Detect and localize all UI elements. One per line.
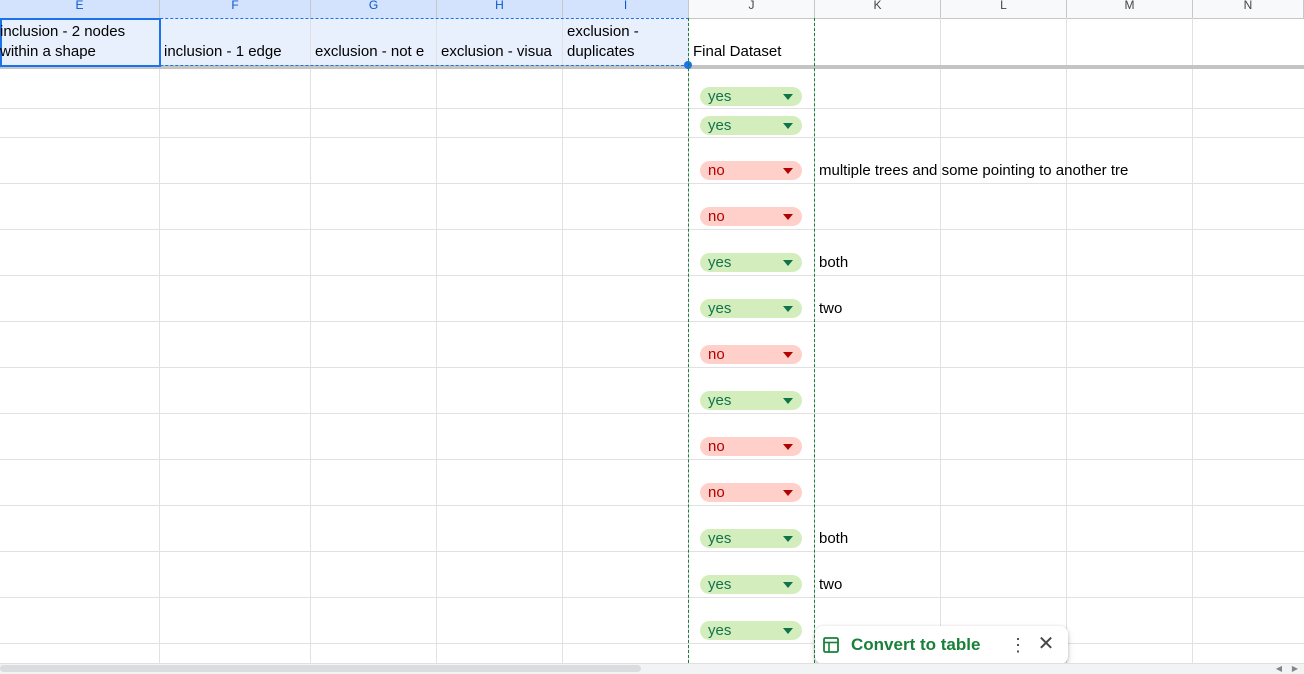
grid-line — [0, 229, 1304, 230]
dropdown-arrow-icon — [783, 260, 793, 266]
dropdown-arrow-icon — [783, 490, 793, 496]
dropdown-chip-label: yes — [708, 392, 732, 409]
grid-line — [0, 183, 1304, 184]
grid-line — [0, 137, 1304, 138]
header-cell-e-line2: within a shape — [0, 43, 96, 60]
dropdown-chip-row6[interactable]: yes — [700, 253, 802, 272]
dropdown-chip-label: yes — [708, 622, 732, 639]
column-header-l[interactable]: L — [941, 0, 1067, 18]
dropdown-arrow-icon — [783, 398, 793, 404]
dropdown-chip-label: yes — [708, 530, 732, 547]
grid-line — [0, 643, 1304, 644]
dropdown-chip-row3[interactable]: yes — [700, 116, 802, 135]
dropdown-chip-row9[interactable]: yes — [700, 391, 802, 410]
dropdown-arrow-icon — [783, 306, 793, 312]
dropdown-arrow-icon — [783, 94, 793, 100]
convert-to-table-chip: Convert to table ⋮ ✕ — [815, 626, 1068, 664]
grid-line — [0, 459, 1304, 460]
dropdown-arrow-icon — [783, 582, 793, 588]
dropdown-chip-row12[interactable]: yes — [700, 529, 802, 548]
horizontal-scrollbar-thumb[interactable] — [0, 665, 641, 672]
grid-line — [0, 367, 1304, 368]
notes-cell: multiple trees and some pointing to anot… — [819, 162, 1129, 179]
grid-line — [0, 108, 1304, 109]
dropdown-chip-label: no — [708, 484, 725, 501]
column-header-h[interactable]: H — [437, 0, 563, 18]
grid-line — [159, 18, 160, 663]
header-cell-j: Final Dataset — [693, 43, 782, 60]
dropdown-chip-row7[interactable]: yes — [700, 299, 802, 318]
grid-line — [0, 505, 1304, 506]
header-cell-i-line1: exclusion - — [567, 23, 639, 40]
convert-to-table-button[interactable]: Convert to table — [851, 635, 980, 655]
close-icon[interactable]: ✕ — [1037, 634, 1055, 654]
scroll-right-icon[interactable]: ▶ — [1289, 664, 1301, 673]
table-icon[interactable] — [823, 637, 839, 653]
notes-cell: two — [819, 300, 843, 317]
dropdown-chip-row14[interactable]: yes — [700, 621, 802, 640]
dropdown-chip-label: yes — [708, 576, 732, 593]
column-header-j[interactable]: J — [689, 0, 815, 18]
copied-column-marker — [688, 18, 815, 663]
header-cell-e-line1: inclusion - 2 nodes — [0, 23, 126, 40]
grid-line — [310, 18, 311, 663]
header-cell-i-line2: duplicates — [567, 43, 635, 60]
dropdown-chip-row13[interactable]: yes — [700, 575, 802, 594]
dropdown-arrow-icon — [783, 628, 793, 634]
dropdown-chip-label: yes — [708, 117, 732, 134]
column-header-e[interactable]: E — [0, 0, 160, 18]
column-header-f[interactable]: F — [160, 0, 311, 18]
dropdown-arrow-icon — [783, 214, 793, 220]
dropdown-chip-label: no — [708, 438, 725, 455]
dropdown-chip-row10[interactable]: no — [700, 437, 802, 456]
header-cell-g: exclusion - not e — [315, 43, 425, 60]
dropdown-arrow-icon — [783, 123, 793, 129]
dropdown-chip-row5[interactable]: no — [700, 207, 802, 226]
dropdown-chip-row4[interactable]: no — [700, 161, 802, 180]
dropdown-chip-label: no — [708, 162, 725, 179]
grid-line — [1192, 18, 1193, 663]
grid-line — [1066, 18, 1067, 663]
column-header-i[interactable]: I — [563, 0, 689, 18]
dropdown-chip-label: no — [708, 208, 725, 225]
dropdown-arrow-icon — [783, 168, 793, 174]
dropdown-chip-label: yes — [708, 88, 732, 105]
dropdown-arrow-icon — [783, 444, 793, 450]
scroll-left-icon[interactable]: ◀ — [1273, 664, 1285, 673]
column-header-n[interactable]: N — [1193, 0, 1304, 18]
grid-line — [436, 18, 437, 663]
header-cell-h: exclusion - visua — [441, 43, 552, 60]
header-cell-f: inclusion - 1 edge — [164, 43, 282, 60]
more-vert-icon[interactable]: ⋮ — [1009, 635, 1027, 655]
dropdown-arrow-icon — [783, 536, 793, 542]
notes-cell: two — [819, 576, 843, 593]
dropdown-arrow-icon — [783, 352, 793, 358]
column-header-g[interactable]: G — [311, 0, 437, 18]
dropdown-chip-label: yes — [708, 300, 732, 317]
dropdown-chip-row2[interactable]: yes — [700, 87, 802, 106]
grid-line — [0, 551, 1304, 552]
grid-line — [0, 275, 1304, 276]
dropdown-chip-label: no — [708, 346, 725, 363]
dropdown-chip-row8[interactable]: no — [700, 345, 802, 364]
column-header-row: E F G H I J K L M N — [0, 0, 1304, 19]
dropdown-chip-label: yes — [708, 254, 732, 271]
notes-cell: both — [819, 530, 849, 547]
dropdown-chip-row11[interactable]: no — [700, 483, 802, 502]
column-header-m[interactable]: M — [1067, 0, 1193, 18]
sheet-grid[interactable]: inclusion - 2 nodes within a shape inclu… — [0, 18, 1304, 663]
grid-line — [0, 413, 1304, 414]
grid-line — [562, 18, 563, 663]
column-header-k[interactable]: K — [815, 0, 941, 18]
notes-cell: both — [819, 254, 849, 271]
grid-line — [940, 18, 941, 663]
grid-line — [0, 597, 1304, 598]
grid-line — [0, 321, 1304, 322]
